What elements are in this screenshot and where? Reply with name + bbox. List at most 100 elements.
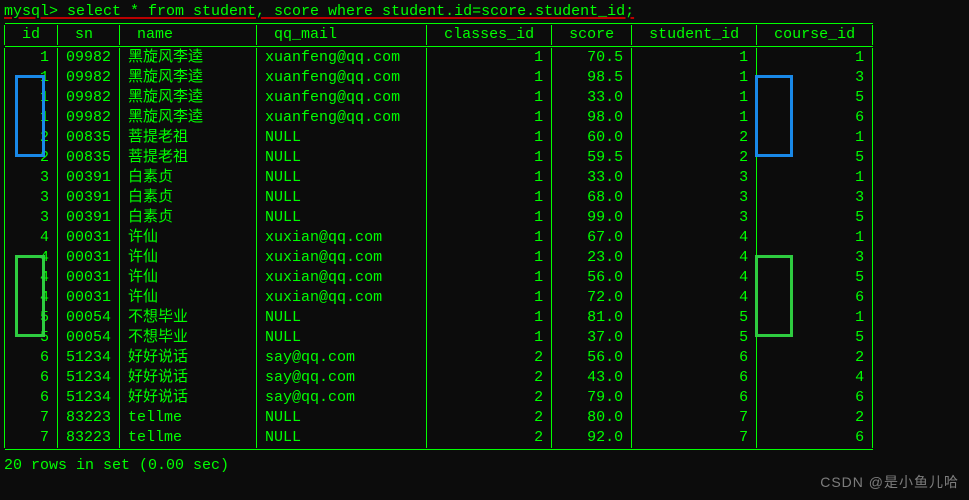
cell-id: 2 — [5, 128, 58, 148]
cell-score: 72.0 — [552, 288, 632, 308]
cell-course_id: 1 — [757, 168, 873, 188]
table-row: 400031许仙 xuxian@qq.com 1 67.0 4 1 — [5, 228, 873, 248]
cell-classes_id: 1 — [427, 228, 552, 248]
cell-id: 1 — [5, 68, 58, 88]
cell-name: 黑旋风李逵 — [120, 48, 257, 68]
table-row: 783223tellme NULL 2 80.0 7 2 — [5, 408, 873, 428]
cell-id: 6 — [5, 368, 58, 388]
cell-course_id: 2 — [757, 408, 873, 428]
cell-score: 33.0 — [552, 88, 632, 108]
table-row: 400031许仙 xuxian@qq.com 1 56.0 4 5 — [5, 268, 873, 288]
cell-course_id: 6 — [757, 388, 873, 408]
cell-student_id: 4 — [632, 288, 757, 308]
cell-classes_id: 1 — [427, 68, 552, 88]
cell-student_id: 4 — [632, 248, 757, 268]
cell-student_id: 1 — [632, 48, 757, 68]
cell-qq_mail: NULL — [257, 168, 427, 188]
cell-id: 5 — [5, 328, 58, 348]
cell-student_id: 4 — [632, 268, 757, 288]
cell-name: 不想毕业 — [120, 308, 257, 328]
cell-id: 4 — [5, 288, 58, 308]
column-header: name — [120, 25, 257, 45]
result-table: id sn name qq_mail classes_id score stud… — [4, 22, 873, 451]
table-row: 109982黑旋风李逵 xuanfeng@qq.com 1 98.5 1 3 — [5, 68, 873, 88]
cell-score: 98.0 — [552, 108, 632, 128]
table-row: 400031许仙 xuxian@qq.com 1 72.0 4 6 — [5, 288, 873, 308]
cell-score: 92.0 — [552, 428, 632, 448]
cell-classes_id: 1 — [427, 108, 552, 128]
cell-sn: 00031 — [58, 228, 120, 248]
cell-sn: 00031 — [58, 288, 120, 308]
column-header: sn — [58, 25, 120, 45]
cell-name: 许仙 — [120, 228, 257, 248]
cell-qq_mail: NULL — [257, 328, 427, 348]
cell-sn: 09982 — [58, 108, 120, 128]
cell-id: 1 — [5, 48, 58, 68]
cell-score: 59.5 — [552, 148, 632, 168]
cell-course_id: 5 — [757, 88, 873, 108]
cell-score: 98.5 — [552, 68, 632, 88]
cell-course_id: 2 — [757, 348, 873, 368]
table-row: 109982黑旋风李逵 xuanfeng@qq.com 1 33.0 1 5 — [5, 88, 873, 108]
cell-course_id: 5 — [757, 328, 873, 348]
cell-score: 33.0 — [552, 168, 632, 188]
cell-sn: 83223 — [58, 428, 120, 448]
cell-classes_id: 2 — [427, 368, 552, 388]
cell-sn: 09982 — [58, 88, 120, 108]
cell-name: 白素贞 — [120, 208, 257, 228]
cell-course_id: 1 — [757, 228, 873, 248]
column-header: course_id — [757, 25, 873, 45]
cell-id: 7 — [5, 408, 58, 428]
cell-id: 2 — [5, 148, 58, 168]
cell-qq_mail: NULL — [257, 188, 427, 208]
cell-score: 56.0 — [552, 348, 632, 368]
cell-id: 7 — [5, 428, 58, 448]
cell-id: 1 — [5, 88, 58, 108]
table-row: 651234好好说话 say@qq.com 2 79.0 6 6 — [5, 388, 873, 408]
cell-name: 许仙 — [120, 248, 257, 268]
cell-id: 3 — [5, 208, 58, 228]
cell-id: 3 — [5, 168, 58, 188]
cell-course_id: 6 — [757, 288, 873, 308]
cell-sn: 51234 — [58, 368, 120, 388]
column-header: id — [5, 25, 58, 45]
cell-course_id: 5 — [757, 208, 873, 228]
cell-classes_id: 1 — [427, 288, 552, 308]
cell-course_id: 5 — [757, 268, 873, 288]
mysql-prompt: mysql> select * from student, score wher… — [4, 3, 965, 20]
cell-student_id: 2 — [632, 128, 757, 148]
cell-student_id: 1 — [632, 68, 757, 88]
cell-sn: 00031 — [58, 268, 120, 288]
table-row: 500054不想毕业 NULL 1 37.0 5 5 — [5, 328, 873, 348]
cell-qq_mail: xuxian@qq.com — [257, 228, 427, 248]
cell-classes_id: 2 — [427, 408, 552, 428]
cell-student_id: 3 — [632, 168, 757, 188]
cell-id: 3 — [5, 188, 58, 208]
cell-score: 79.0 — [552, 388, 632, 408]
cell-course_id: 1 — [757, 128, 873, 148]
cell-student_id: 1 — [632, 88, 757, 108]
cell-sn: 00031 — [58, 248, 120, 268]
table-header-row: id sn name qq_mail classes_id score stud… — [5, 25, 873, 45]
cell-sn: 00054 — [58, 328, 120, 348]
column-header: student_id — [632, 25, 757, 45]
cell-classes_id: 1 — [427, 168, 552, 188]
cell-course_id: 4 — [757, 368, 873, 388]
cell-classes_id: 1 — [427, 268, 552, 288]
cell-student_id: 6 — [632, 368, 757, 388]
cell-qq_mail: say@qq.com — [257, 348, 427, 368]
cell-classes_id: 1 — [427, 88, 552, 108]
cell-qq_mail: NULL — [257, 148, 427, 168]
cell-sn: 00391 — [58, 168, 120, 188]
cell-classes_id: 1 — [427, 248, 552, 268]
cell-name: 许仙 — [120, 268, 257, 288]
cell-name: 好好说话 — [120, 368, 257, 388]
column-header: classes_id — [427, 25, 552, 45]
cell-qq_mail: say@qq.com — [257, 388, 427, 408]
cell-qq_mail: xuxian@qq.com — [257, 288, 427, 308]
cell-score: 80.0 — [552, 408, 632, 428]
cell-sn: 00835 — [58, 128, 120, 148]
cell-student_id: 1 — [632, 108, 757, 128]
cell-name: 黑旋风李逵 — [120, 68, 257, 88]
cell-sn: 51234 — [58, 388, 120, 408]
